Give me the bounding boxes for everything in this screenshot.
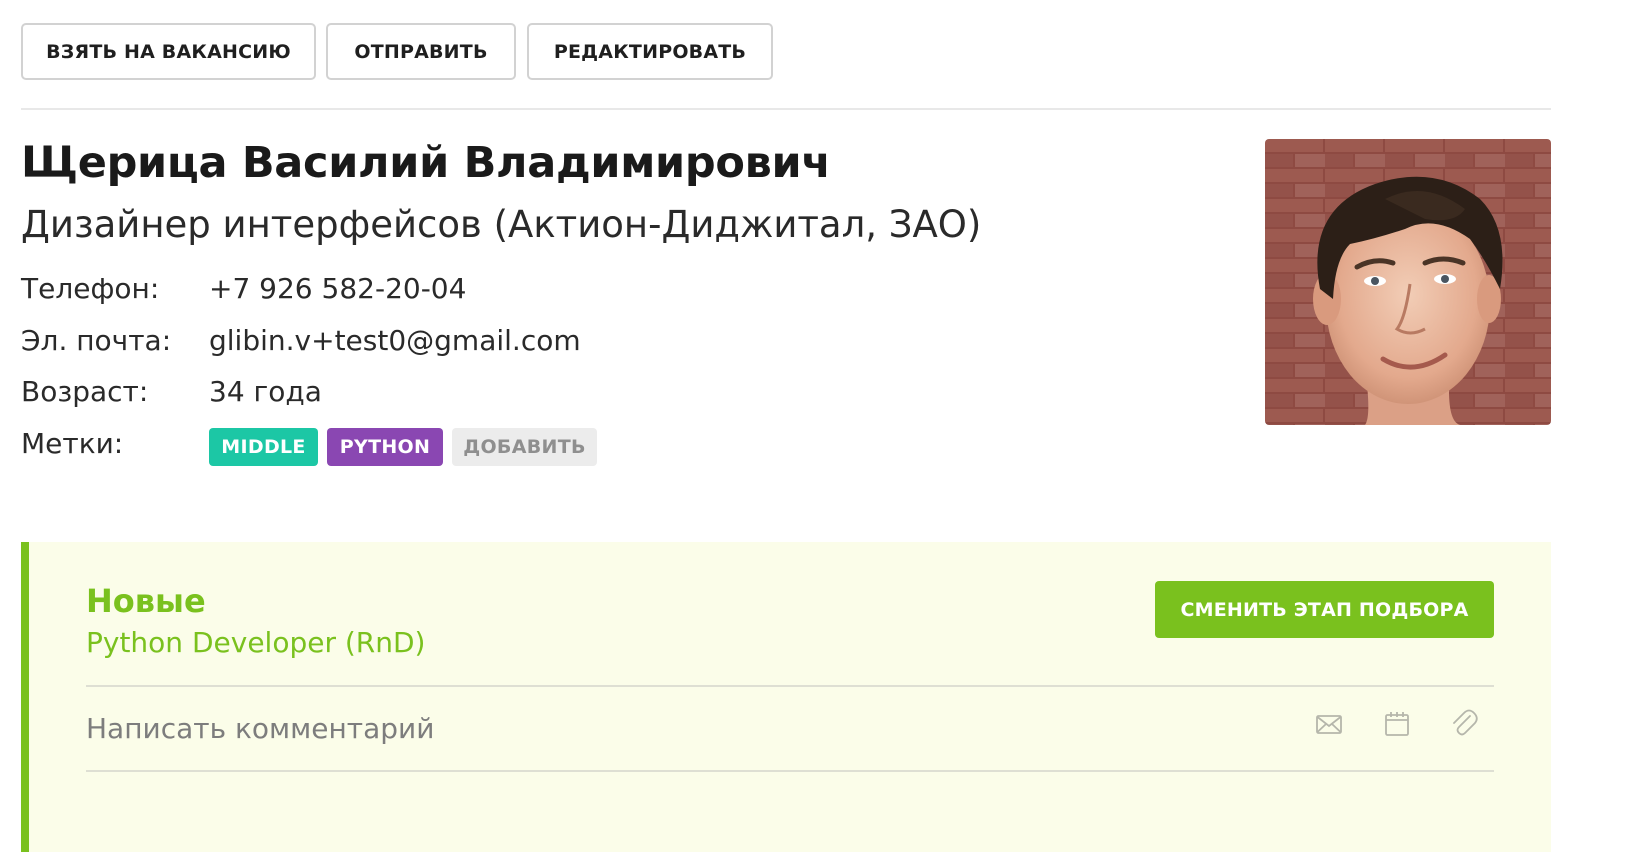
envelope-icon[interactable] — [1313, 708, 1345, 740]
phone-value[interactable]: +7 926 582-20-04 — [209, 272, 466, 305]
avatar-photo-icon — [1265, 139, 1551, 425]
email-label: Эл. почта: — [21, 324, 172, 357]
send-button[interactable]: ОТПРАВИТЬ — [326, 23, 516, 80]
candidate-photo — [1265, 139, 1551, 425]
candidate-position: Дизайнер интерфейсов (Актион-Диджитал, З… — [21, 203, 982, 246]
comment-bottom-divider — [86, 770, 1494, 772]
paperclip-icon[interactable] — [1448, 708, 1480, 740]
take-to-vacancy-button[interactable]: ВЗЯТЬ НА ВАКАНСИЮ — [21, 23, 316, 80]
edit-button[interactable]: РЕДАКТИРОВАТЬ — [527, 23, 773, 80]
change-stage-button[interactable]: СМЕНИТЬ ЭТАП ПОДБОРА — [1155, 581, 1494, 638]
add-tag-button[interactable]: ДОБАВИТЬ — [452, 428, 597, 466]
stage-name: Новые — [86, 582, 206, 620]
comment-input[interactable] — [86, 706, 1286, 750]
tag-python[interactable]: PYTHON — [327, 428, 443, 466]
tags-label: Метки: — [21, 427, 124, 460]
phone-label: Телефон: — [21, 272, 160, 305]
stage-vacancy-link[interactable]: Python Developer (RnD) — [86, 626, 425, 659]
email-value[interactable]: glibin.v+test0@gmail.com — [209, 324, 581, 357]
candidate-name: Щерица Василий Владимирович — [21, 138, 831, 188]
tag-middle[interactable]: MIDDLE — [209, 428, 318, 466]
age-value: 34 года — [209, 375, 322, 408]
comment-top-divider — [86, 685, 1494, 687]
header-divider — [21, 108, 1551, 110]
age-label: Возраст: — [21, 375, 149, 408]
calendar-icon[interactable] — [1381, 708, 1413, 740]
